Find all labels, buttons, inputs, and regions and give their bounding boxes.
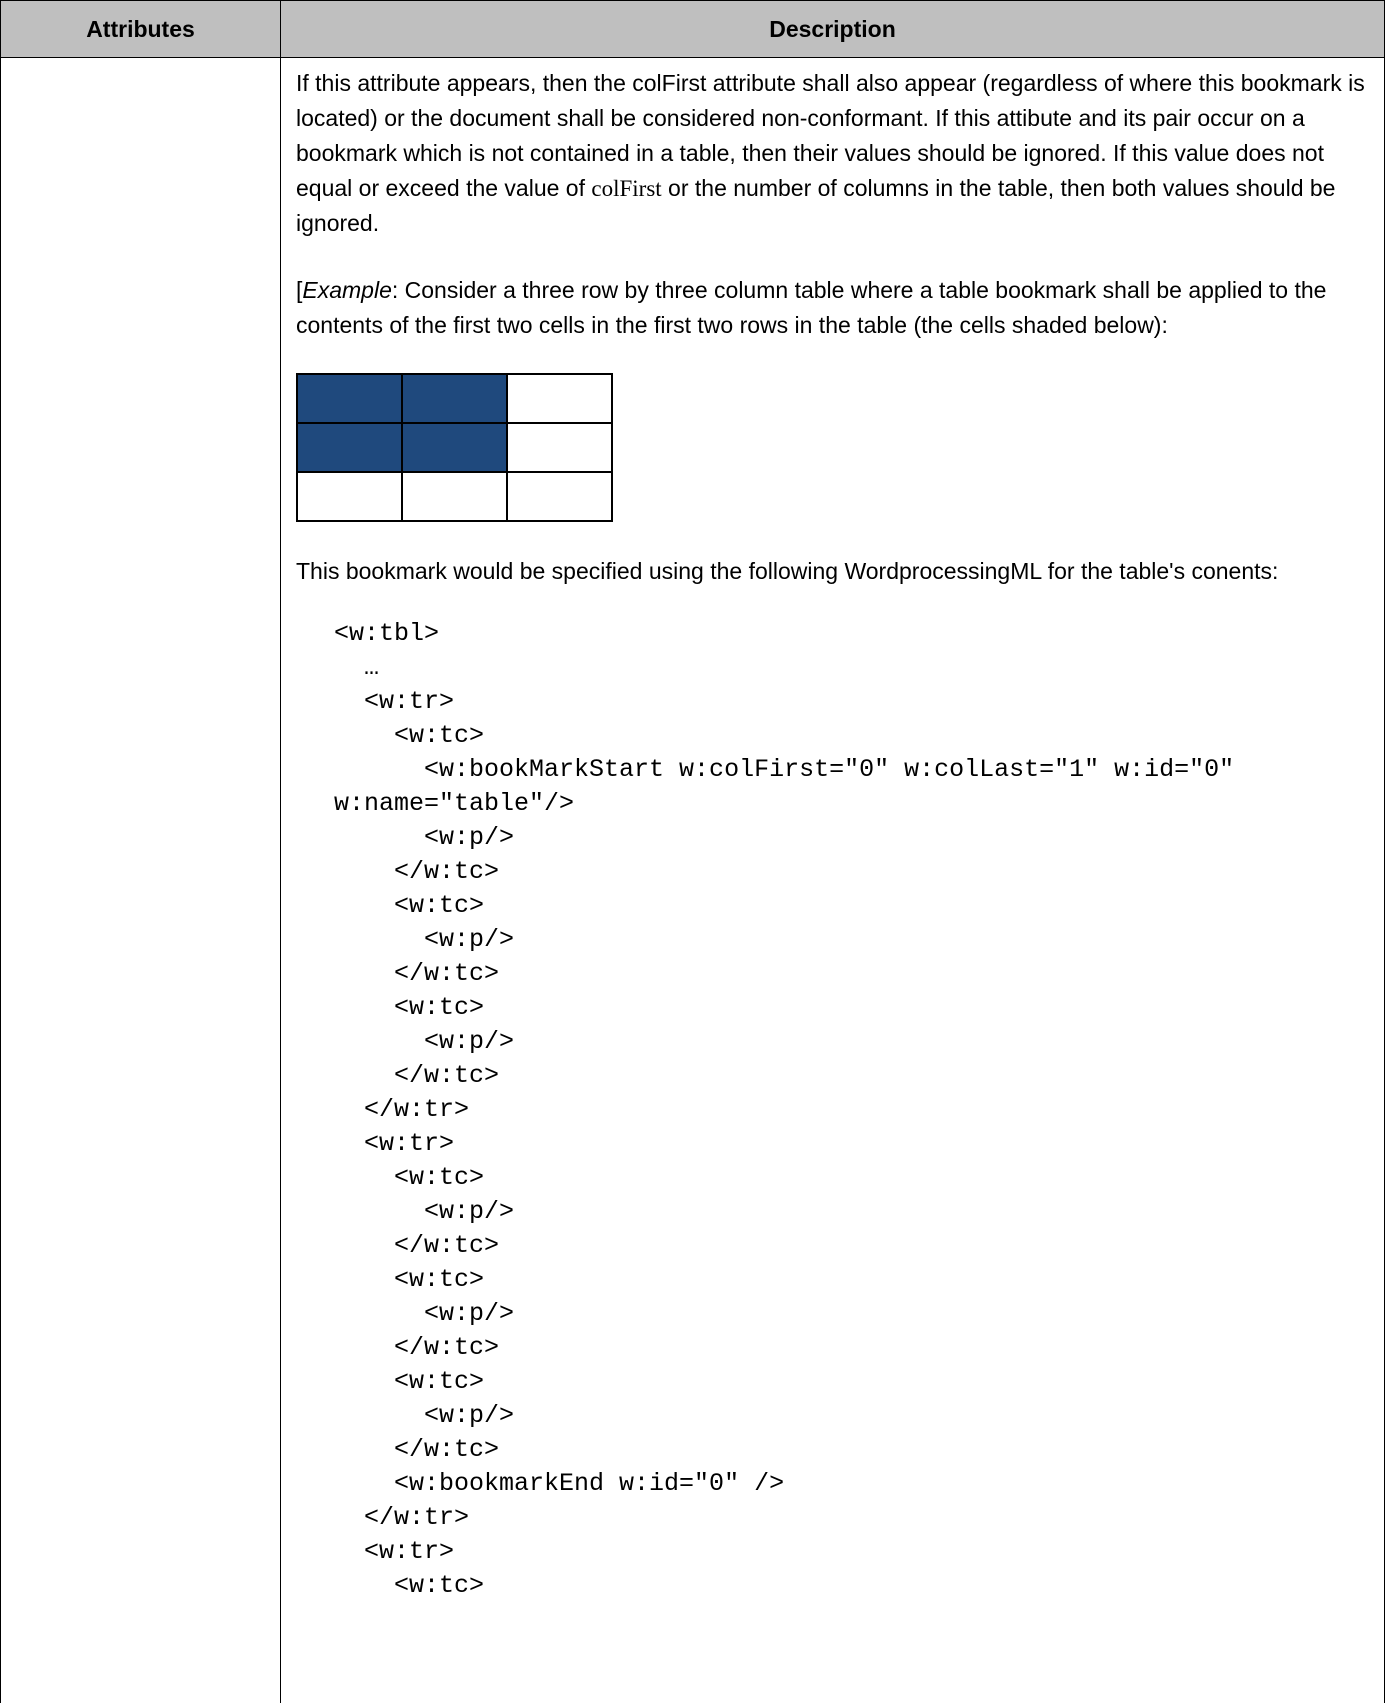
unshaded-cell <box>506 422 613 473</box>
header-description: Description <box>280 0 1385 58</box>
wordprocessingml-intro: This bookmark would be specified using t… <box>296 558 1279 584</box>
code-line: <w:tbl> <box>334 619 440 648</box>
grid-row <box>296 471 613 522</box>
code-line: <w:p/> <box>334 1027 515 1056</box>
code-line: <w:tc> <box>334 1265 485 1294</box>
code-line: <w:tc> <box>334 1367 485 1396</box>
shaded-cells-illustration <box>296 373 613 522</box>
code-line: </w:tc> <box>334 1435 500 1464</box>
example-paragraph: [Example: Consider a three row by three … <box>296 273 1374 343</box>
grid-row <box>296 373 613 424</box>
code-line: </w:tc> <box>334 1061 500 1090</box>
example-label: Example <box>302 277 392 303</box>
unshaded-cell <box>401 471 508 522</box>
code-line: <w:tc> <box>334 721 485 750</box>
description-cell: If this attribute appears, then the colF… <box>280 57 1385 1703</box>
code-line: <w:p/> <box>334 1299 515 1328</box>
inline-attribute-name: colFirst <box>591 176 662 201</box>
example-text: : Consider a three row by three column t… <box>296 277 1327 338</box>
attribute-cell <box>0 57 281 1703</box>
table-header-row: Attributes Description <box>0 0 1385 58</box>
code-line: <w:tc> <box>334 891 485 920</box>
code-line: <w:bookMarkStart w:colFirst="0" w:colLas… <box>334 755 1235 784</box>
code-line: <w:p/> <box>334 925 515 954</box>
unshaded-cell <box>506 373 613 424</box>
code-line: </w:tc> <box>334 959 500 988</box>
code-line: </w:tc> <box>334 1231 500 1260</box>
unshaded-cell <box>296 471 403 522</box>
shaded-cell <box>296 373 403 424</box>
grid-row <box>296 422 613 473</box>
shaded-cell <box>296 422 403 473</box>
code-line: <w:tr> <box>334 1129 455 1158</box>
code-line: </w:tc> <box>334 857 500 886</box>
code-line: <w:p/> <box>334 1401 515 1430</box>
code-line: <w:tc> <box>334 993 485 1022</box>
table-row: If this attribute appears, then the colF… <box>0 57 1385 1703</box>
code-line: … <box>334 653 380 682</box>
description-paragraph: If this attribute appears, then the colF… <box>296 66 1374 241</box>
code-line: w:name="table"/> <box>334 789 575 818</box>
code-line: <w:p/> <box>334 1197 515 1226</box>
code-line: <w:tc> <box>334 1571 485 1600</box>
code-line: <w:tr> <box>334 1537 455 1566</box>
unshaded-cell <box>506 471 613 522</box>
code-line: </w:tc> <box>334 1333 500 1362</box>
code-line: <w:p/> <box>334 823 515 852</box>
code-line: </w:tr> <box>334 1095 470 1124</box>
shaded-cell <box>401 373 508 424</box>
code-line: <w:tr> <box>334 687 455 716</box>
code-line: <w:bookmarkEnd w:id="0" /> <box>334 1469 785 1498</box>
shaded-cell <box>401 422 508 473</box>
header-attributes: Attributes <box>0 0 281 58</box>
code-line: <w:tc> <box>334 1163 485 1192</box>
xml-code-block: <w:tbl> … <w:tr> <w:tc> <w:bookMarkStart… <box>296 617 1374 1603</box>
attributes-table: Attributes Description If this attribute… <box>0 0 1385 1703</box>
code-line: </w:tr> <box>334 1503 470 1532</box>
